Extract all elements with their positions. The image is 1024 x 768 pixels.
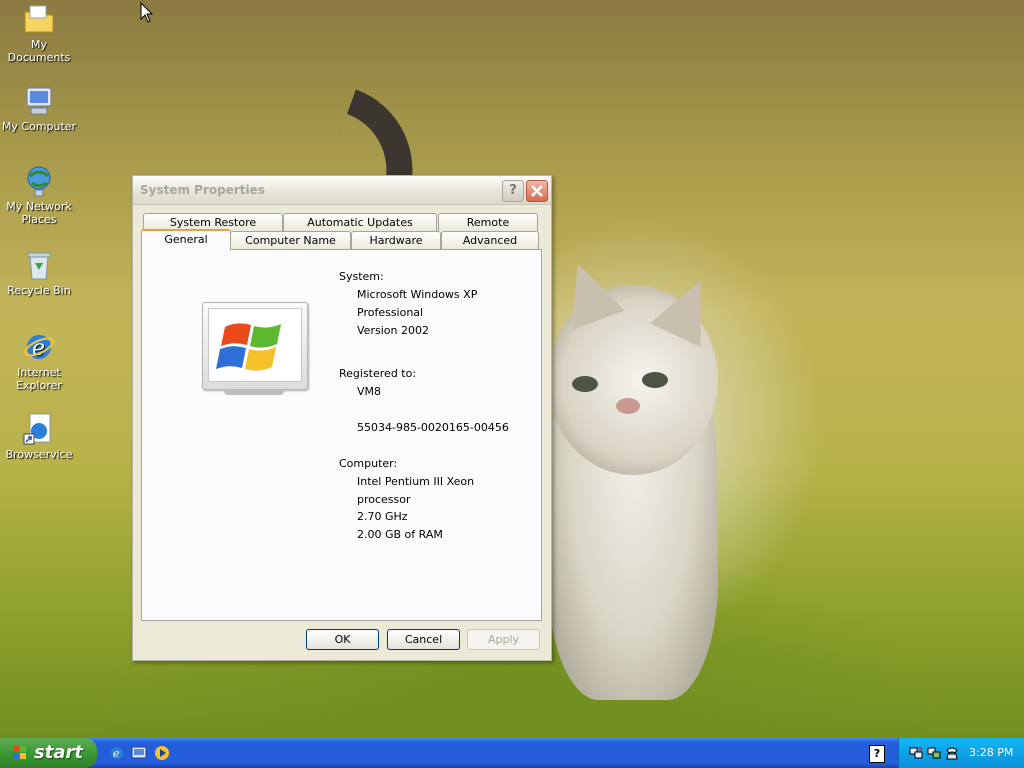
quick-launch-show-desktop-icon[interactable] [131, 745, 147, 761]
network-globe-icon [22, 164, 56, 198]
question-mark-icon: ? [509, 183, 517, 198]
ram-amount: 2.00 GB of RAM [357, 528, 443, 541]
tab-label: System Restore [169, 216, 257, 229]
system-tray: 3:28 PM [898, 738, 1024, 768]
tab-label: Advanced [462, 234, 518, 247]
os-version: Version 2002 [357, 324, 429, 337]
product-id: 55034-985-0020165-00456 [357, 421, 509, 434]
tab-advanced[interactable]: Advanced [441, 231, 539, 249]
help-button[interactable]: ? [502, 180, 524, 202]
clock[interactable]: 3:28 PM [969, 746, 1013, 759]
taskbar: start e ? 3:28 PM [0, 738, 1024, 768]
os-edition: Professional [357, 306, 424, 319]
svg-text:e: e [113, 747, 120, 760]
wallpaper-kitten-nose [616, 398, 640, 414]
wallpaper-kitten-eye-left [572, 376, 598, 392]
tab-computer-name[interactable]: Computer Name [230, 231, 351, 249]
computer-heading: Computer: [339, 457, 398, 470]
windows-flag-icon [13, 746, 26, 759]
desktop-icon-label: My Network Places [6, 200, 72, 226]
desktop-icon-label: Recycle Bin [7, 284, 71, 297]
cpu-name-cont: processor [357, 493, 411, 506]
tab-automatic-updates[interactable]: Automatic Updates [283, 213, 437, 231]
tab-label: General [164, 233, 208, 246]
button-label: Cancel [404, 633, 443, 646]
apply-button[interactable]: Apply [467, 629, 540, 650]
desktop-icon-my-computer[interactable]: My Computer [1, 84, 77, 133]
windows-logo-monitor-icon [202, 302, 308, 390]
help-tray-icon[interactable]: ? [869, 745, 885, 763]
mouse-cursor-icon [140, 1, 154, 27]
start-label: start [34, 742, 83, 763]
wallpaper-kitten-eye-right [642, 372, 668, 388]
general-tab-panel: System: Microsoft Windows XP Professiona… [141, 249, 542, 621]
quick-launch-internet-explorer-icon[interactable]: e [109, 745, 125, 761]
cpu-speed: 2.70 GHz [357, 510, 408, 523]
computer-icon [22, 84, 56, 118]
desktop-icon-label: Internet Explorer [16, 366, 62, 392]
system-heading: System: [339, 270, 384, 283]
button-label: OK [334, 633, 351, 646]
close-icon [531, 185, 543, 197]
desktop-icon-browservice[interactable]: Browservice [1, 412, 77, 461]
tab-label: Computer Name [245, 234, 336, 247]
system-properties-dialog: System Properties ? System Restore Autom… [132, 175, 552, 661]
internet-explorer-icon: e [22, 330, 56, 364]
desktop-icon-label: My Computer [1, 120, 77, 133]
desktop-icon-label: Browservice [5, 448, 73, 461]
registered-heading: Registered to: [339, 367, 417, 380]
tab-general[interactable]: General [141, 229, 231, 250]
tab-label: Remote [466, 216, 510, 229]
desktop-icon-internet-explorer[interactable]: e Internet Explorer [1, 330, 77, 392]
windows-flag-icon [216, 323, 281, 371]
tab-hardware[interactable]: Hardware [351, 231, 441, 249]
cancel-button[interactable]: Cancel [387, 629, 460, 650]
start-button[interactable]: start [0, 738, 97, 768]
desktop-icon-my-network-places[interactable]: My Network Places [1, 164, 77, 226]
close-button[interactable] [526, 180, 548, 202]
button-label: Apply [487, 633, 520, 646]
desktop-icon-my-documents[interactable]: My Documents [1, 2, 77, 64]
desktop-icon-label: My Documents [7, 38, 71, 64]
recycle-bin-icon [22, 248, 56, 282]
title-bar[interactable]: System Properties ? [133, 176, 551, 205]
ok-button[interactable]: OK [306, 629, 379, 650]
os-name: Microsoft Windows XP [357, 288, 478, 301]
dialog-title: System Properties [140, 183, 265, 197]
phone-tray-icon[interactable] [945, 746, 959, 760]
browservice-shortcut-icon [22, 412, 56, 446]
monitor-stand [224, 389, 284, 395]
network-tray-icon[interactable] [909, 746, 923, 760]
tab-label: Hardware [369, 234, 423, 247]
cpu-name: Intel Pentium III Xeon [357, 475, 475, 488]
network-connection-tray-icon[interactable] [927, 746, 941, 760]
desktop-icon-recycle-bin[interactable]: Recycle Bin [1, 248, 77, 297]
quick-launch-media-player-icon[interactable] [154, 745, 170, 761]
folder-icon [22, 2, 56, 36]
tab-label: Automatic Updates [307, 216, 413, 229]
registered-owner: VM8 [357, 385, 382, 398]
tab-remote[interactable]: Remote [438, 213, 538, 231]
